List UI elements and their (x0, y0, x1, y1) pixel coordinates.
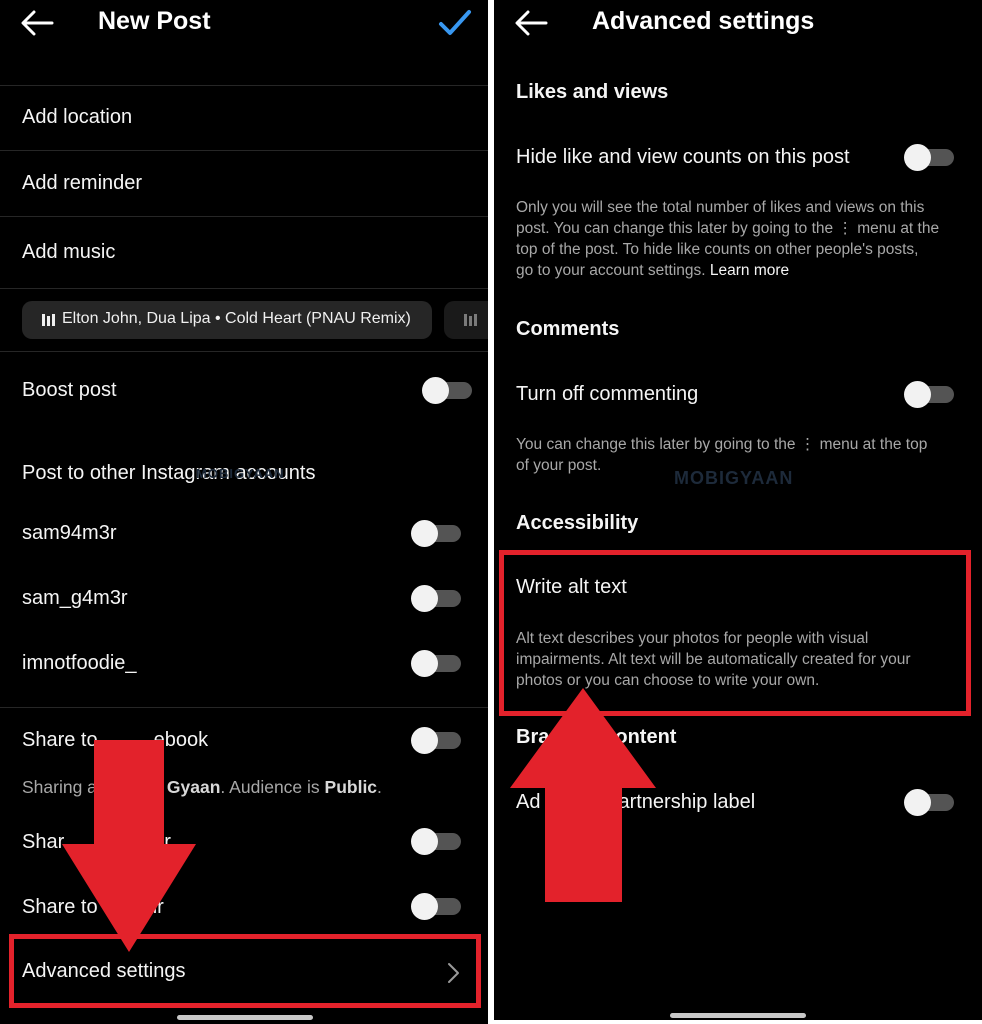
turn-off-commenting-toggle[interactable] (904, 381, 954, 408)
share-facebook-toggle[interactable] (411, 727, 461, 754)
divider (0, 288, 488, 289)
audience-value: Public (324, 777, 378, 797)
subtext-fragment: . Audience is (220, 777, 325, 797)
add-music-label: Add music (22, 241, 116, 263)
home-indicator[interactable] (177, 1015, 313, 1020)
new-post-screen: New Post Add location Add reminder Add m… (0, 0, 488, 1024)
share-tumblr-toggle[interactable] (411, 893, 461, 920)
top-bar: New Post (0, 0, 488, 50)
description-line: top of the post. To hide like counts on … (516, 241, 919, 258)
add-reminder-item[interactable]: Add reminder (0, 151, 488, 216)
toggle-knob (411, 727, 438, 754)
checkmark-icon[interactable] (438, 8, 472, 38)
audio-bars-icon (42, 314, 55, 326)
add-location-item[interactable]: Add location (0, 86, 488, 150)
watermark: MOBIGYAAN (196, 466, 285, 481)
boost-post-label: Boost post (22, 379, 117, 401)
accessibility-section-heading: Accessibility (516, 512, 639, 534)
account-toggle[interactable] (411, 520, 461, 547)
learn-more-link[interactable]: Learn more (710, 262, 789, 279)
arrow-down-annotation (62, 740, 196, 952)
description-line: Only you will see the total number of li… (516, 199, 925, 216)
divider (0, 707, 488, 708)
toggle-knob (904, 381, 931, 408)
account-toggle[interactable] (411, 650, 461, 677)
toggle-knob (411, 828, 438, 855)
likes-section-heading: Likes and views (516, 81, 669, 103)
page-title: Advanced settings (592, 7, 815, 35)
description-fragment: go to your account settings. (516, 262, 706, 279)
subtext-fragment: . (377, 777, 382, 797)
hide-likes-toggle[interactable] (904, 144, 954, 171)
add-music-item[interactable]: Add music (0, 217, 488, 287)
music-chip-text: Elton John, Dua Lipa • Cold Heart (PNAU … (62, 310, 411, 327)
toggle-knob (411, 650, 438, 677)
account-name: sam_g4m3r (22, 587, 128, 609)
advanced-settings-screen: Advanced settings Likes and views Hide l… (494, 0, 982, 1020)
label-fragment: Shar (22, 831, 65, 853)
turn-off-commenting-row: Turn off commenting (494, 375, 982, 415)
arrow-left-icon[interactable] (514, 10, 548, 36)
music-suggestion-chip[interactable] (444, 301, 488, 339)
account-name: sam94m3r (22, 522, 117, 544)
toggle-knob (411, 585, 438, 612)
partnership-label-toggle[interactable] (904, 789, 954, 816)
description-line: go to your account settings. Learn more (516, 260, 960, 281)
account-toggle[interactable] (411, 585, 461, 612)
hide-likes-row: Hide like and view counts on this post (494, 138, 982, 178)
arrow-up-annotation (510, 688, 656, 902)
audio-bars-icon (464, 314, 477, 326)
top-bar: Advanced settings (494, 0, 982, 50)
hide-likes-label: Hide like and view counts on this post (516, 146, 850, 168)
home-indicator[interactable] (670, 1013, 806, 1018)
account-row: imnotfoodie_ (0, 645, 488, 685)
share-twitter-toggle[interactable] (411, 828, 461, 855)
add-reminder-label: Add reminder (22, 172, 143, 194)
description-line: post. You can change this later by going… (516, 220, 940, 237)
toggle-knob (422, 377, 449, 404)
account-row: sam94m3r (0, 515, 488, 555)
page-title: New Post (98, 7, 211, 35)
toggle-knob (411, 893, 438, 920)
toggle-knob (904, 144, 931, 171)
likes-description: Only you will see the total number of li… (516, 197, 960, 281)
comments-section-heading: Comments (516, 318, 620, 340)
toggle-knob (411, 520, 438, 547)
divider (0, 351, 488, 352)
boost-post-toggle[interactable] (422, 377, 472, 404)
arrow-left-icon[interactable] (20, 10, 54, 36)
boost-post-row: Boost post (0, 370, 488, 414)
turn-off-commenting-label: Turn off commenting (516, 383, 699, 405)
account-name: imnotfoodie_ (22, 652, 137, 674)
add-location-label: Add location (22, 106, 133, 128)
description-line: You can change this later by going to th… (516, 436, 928, 453)
account-row: sam_g4m3r (0, 580, 488, 620)
toggle-knob (904, 789, 931, 816)
watermark: MOBIGYAAN (674, 468, 794, 488)
music-suggestion-chip[interactable]: Elton John, Dua Lipa • Cold Heart (PNAU … (22, 301, 432, 339)
